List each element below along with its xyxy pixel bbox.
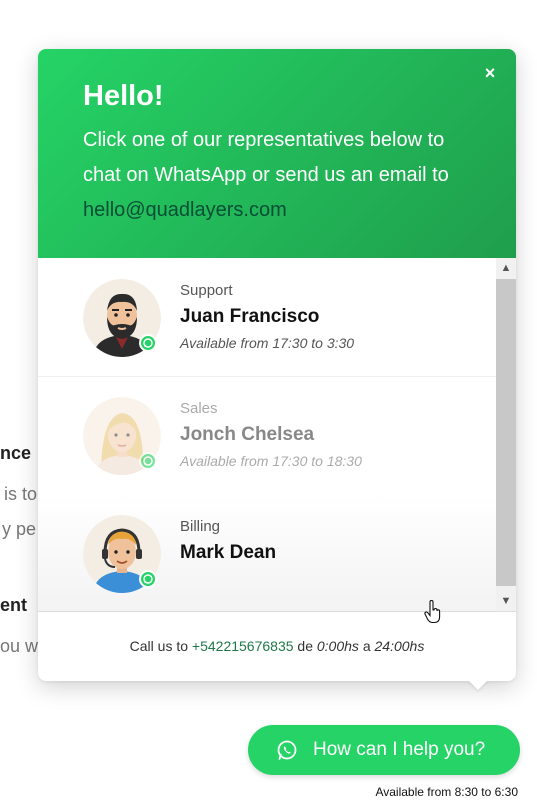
bg-text-fragment: is to: [4, 484, 38, 504]
intro-text: Click one of our representatives below t…: [83, 129, 449, 186]
popup-footer: Call us to +542215676835 de 0:00hs a 24:…: [38, 611, 516, 681]
bg-text-fragment: y pe: [2, 519, 37, 539]
scroll-down-icon[interactable]: ▼: [496, 591, 516, 611]
email-link[interactable]: hello@quadlayers.com: [83, 199, 287, 221]
popup-title: Hello!: [83, 80, 164, 112]
popup-tail: [468, 680, 488, 690]
popup-intro: Click one of our representatives below t…: [83, 123, 483, 228]
agent-role: Support: [180, 282, 233, 299]
whatsapp-icon: [277, 740, 297, 760]
agent-role: Billing: [180, 518, 221, 535]
whatsapp-badge-icon: [139, 570, 157, 588]
whatsapp-chat-button[interactable]: How can I help you?: [248, 725, 520, 775]
phone-link[interactable]: +542215676835: [192, 638, 294, 654]
agent-role: Sales: [180, 400, 218, 417]
agent-item-support[interactable]: Support Juan Francisco Available from 17…: [38, 258, 496, 377]
chat-popup: × Hello! Click one of our representative…: [38, 49, 516, 690]
agent-name: Jonch Chelsea: [180, 424, 315, 445]
chat-button-label: How can I help you?: [313, 739, 486, 760]
whatsapp-badge-icon: [139, 334, 157, 352]
footer-from-hours: 0:00hs: [316, 638, 359, 654]
agent-name: Juan Francisco: [180, 306, 320, 327]
footer-to-hours: 24:00hs: [374, 638, 425, 654]
hand-cursor-icon: [424, 600, 441, 624]
agent-availability: Available from 17:30 to 3:30: [180, 335, 355, 351]
whatsapp-badge-icon: [139, 452, 157, 470]
scroll-up-icon[interactable]: ▲: [496, 258, 516, 278]
agent-name: Mark Dean: [180, 542, 277, 563]
close-button[interactable]: ×: [482, 64, 498, 82]
footer-between: a: [362, 638, 371, 654]
agent-list-scrollbar[interactable]: ▲ ▼: [496, 258, 516, 611]
button-availability-note: Available from 8:30 to 6:30: [375, 785, 518, 799]
agent-availability: Available from 17:30 to 18:30: [180, 453, 362, 469]
footer-prefix: Call us to: [129, 638, 189, 654]
bg-heading-fragment: nce: [0, 443, 32, 463]
bg-heading-fragment: ent: [0, 595, 27, 615]
footer-connector: de: [297, 638, 313, 654]
agent-item-sales[interactable]: Sales Jonch Chelsea Available from 17:30…: [38, 376, 496, 495]
scroll-thumb[interactable]: [496, 279, 516, 586]
bg-text-fragment: ou w: [0, 636, 39, 656]
agent-list: Support Juan Francisco Available from 17…: [38, 258, 496, 611]
popup-header: × Hello! Click one of our representative…: [38, 49, 516, 258]
agent-item-billing[interactable]: Billing Mark Dean: [38, 494, 496, 611]
